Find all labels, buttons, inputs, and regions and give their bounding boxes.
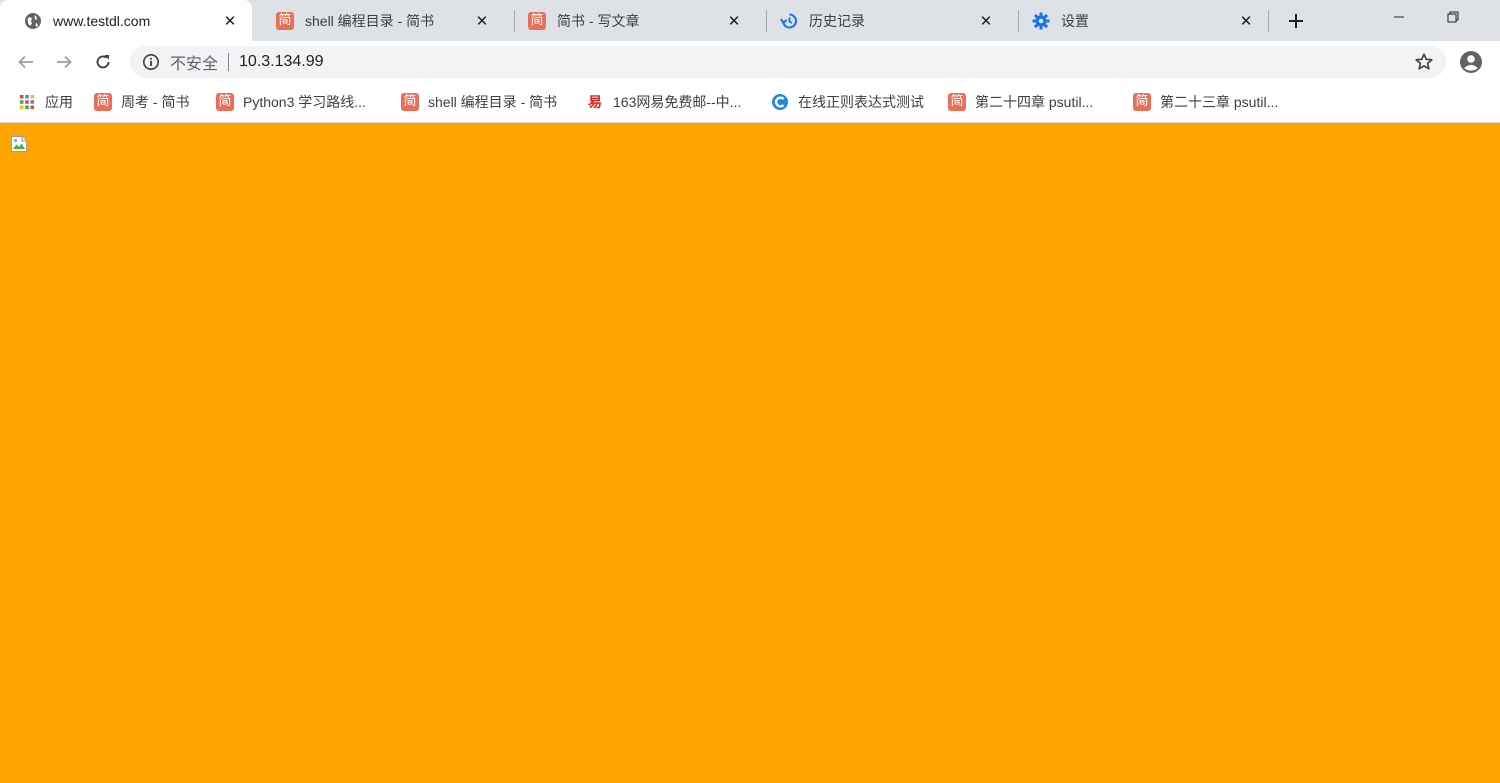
bookmark-label: 163网易免费邮--中... [613,94,742,110]
tab-close-icon[interactable]: ✕ [220,11,240,31]
bookmark-star-icon[interactable] [1414,52,1434,72]
bookmark-item[interactable]: 简 第二十三章 psutil... [1133,92,1278,112]
tab-close-icon[interactable]: ✕ [976,11,996,31]
reload-icon [96,55,110,69]
bookmark-item[interactable]: 简 shell 编程目录 - 简书 [401,92,557,112]
profile-avatar-button[interactable] [1458,49,1484,75]
page-content [0,123,1500,783]
bookmark-item[interactable]: 易 163网易免费邮--中... [586,92,741,112]
c-logo-icon [771,93,789,111]
bookmark-label: 应用 [45,94,73,110]
restore-icon [1447,11,1459,23]
restore-button[interactable] [1430,0,1476,34]
minimize-icon [1394,16,1404,18]
info-icon[interactable] [142,53,160,71]
tab-title: 设置 [1061,12,1089,29]
browser-toolbar: 不安全 10.3.134.99 [0,41,1500,83]
tab-close-icon[interactable]: ✕ [724,11,744,31]
tab-title: 历史记录 [809,12,865,29]
bookmark-label: 第二十三章 psutil... [1160,94,1279,110]
back-arrow-icon [18,55,33,69]
jianshu-icon: 简 [1133,93,1151,111]
jianshu-icon: 简 [276,11,294,30]
account-circle-icon [1460,51,1482,73]
bookmarks-bar: 应用 简 周考 - 简书 简 Python3 学习路线... 简 shell 编… [0,83,1500,123]
bookmark-item[interactable]: 简 第二十四章 psutil... [948,92,1093,112]
bookmark-item[interactable]: 在线正则表达式测试 [771,92,924,112]
jianshu-icon: 简 [401,93,419,111]
plus-icon [1289,14,1303,28]
bookmark-apps[interactable]: 应用 [18,92,73,112]
back-button[interactable] [12,48,40,76]
tab-settings[interactable]: 设置 ✕ [1008,0,1268,41]
history-icon [780,12,798,30]
tab-title: www.testdl.com [53,12,151,29]
minimize-button[interactable] [1376,0,1422,34]
bookmark-item[interactable]: 简 周考 - 简书 [94,92,189,112]
tab-shell-directory[interactable]: 简 shell 编程目录 - 简书 ✕ [252,0,504,41]
forward-button[interactable] [50,48,78,76]
gear-icon [1032,12,1050,30]
globe-icon [24,12,42,30]
tab-testdl[interactable]: www.testdl.com ✕ [0,0,252,41]
bookmark-label: Python3 学习路线... [243,94,366,110]
bookmark-label: shell 编程目录 - 简书 [428,94,558,110]
jianshu-icon: 简 [94,93,112,111]
tab-write-article[interactable]: 简 简书 - 写文章 ✕ [504,0,756,41]
bookmark-label: 第二十四章 psutil... [975,94,1094,110]
netease-icon: 易 [588,95,602,111]
tab-title: shell 编程目录 - 简书 [305,12,435,29]
reload-button[interactable] [89,48,117,76]
tab-strip: www.testdl.com ✕ 简 shell 编程目录 - 简书 ✕ 简 简… [0,0,1500,41]
address-bar[interactable]: 不安全 10.3.134.99 [130,46,1446,78]
url-text[interactable]: 10.3.134.99 [239,53,324,71]
jianshu-icon: 简 [948,93,966,111]
bookmark-item[interactable]: 简 Python3 学习路线... [216,92,366,112]
tab-history[interactable]: 历史记录 ✕ [756,0,1008,41]
security-status-label[interactable]: 不安全 [170,50,218,74]
tab-close-icon[interactable]: ✕ [472,11,492,31]
jianshu-icon: 简 [528,11,546,30]
jianshu-icon: 简 [216,93,234,111]
new-tab-button[interactable] [1283,8,1309,34]
address-separator [228,53,230,71]
apps-grid-icon [18,93,36,111]
broken-image-icon [10,135,28,153]
forward-arrow-icon [57,55,72,69]
bookmark-label: 在线正则表达式测试 [798,94,924,110]
tab-close-icon[interactable]: ✕ [1236,11,1256,31]
bookmark-label: 周考 - 简书 [121,94,190,110]
tab-separator [1268,10,1269,32]
tab-title: 简书 - 写文章 [557,12,640,29]
